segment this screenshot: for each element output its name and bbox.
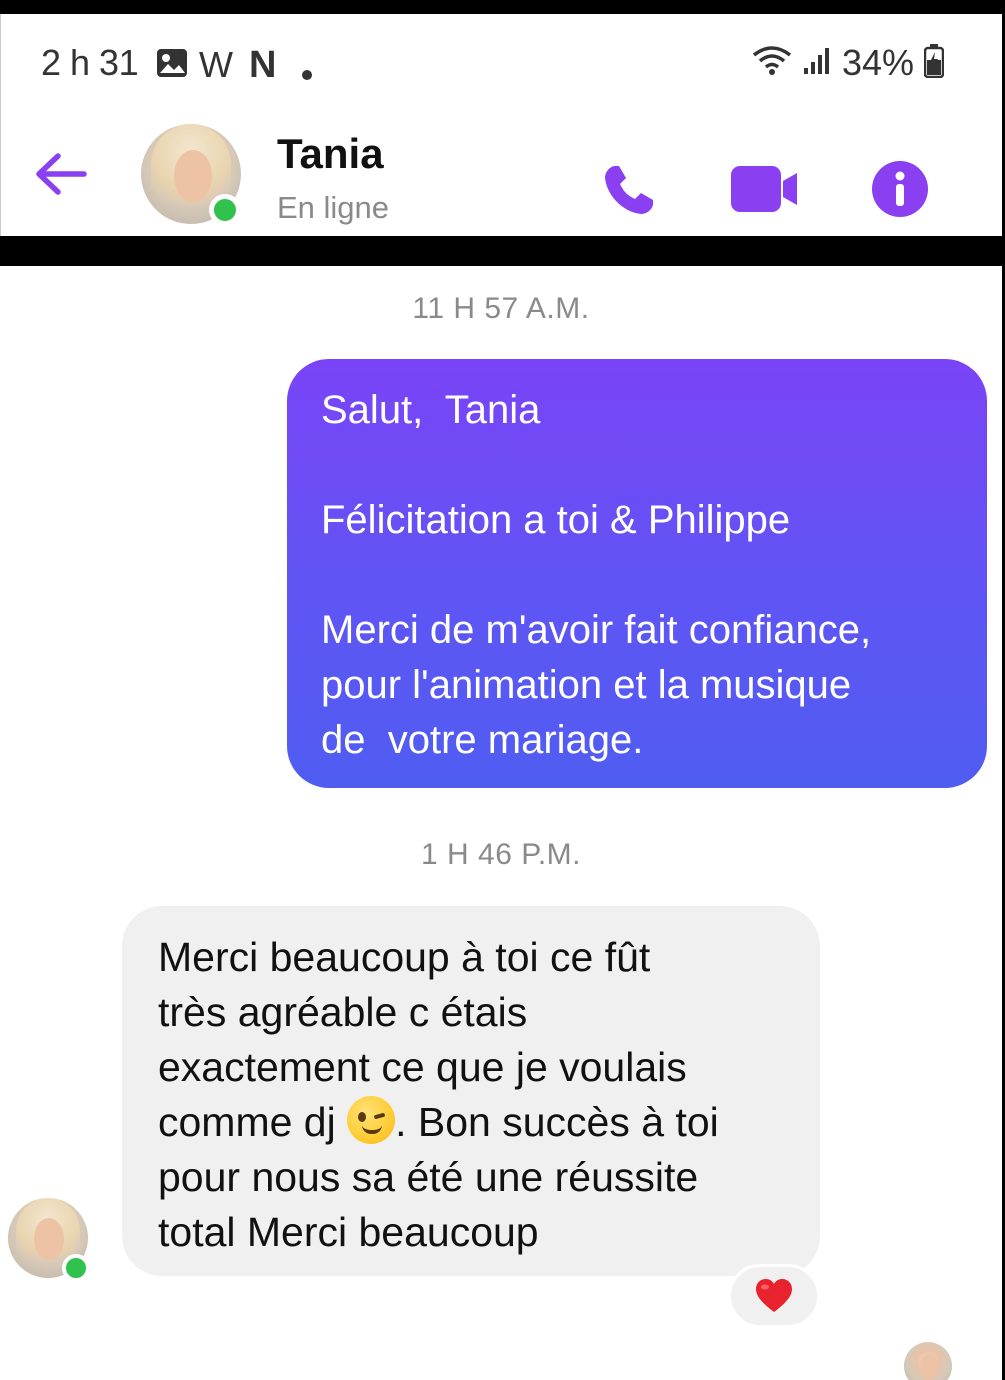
call-button[interactable] <box>601 162 657 218</box>
contact-name[interactable]: Tania <box>277 130 384 178</box>
online-status-indicator <box>62 1254 90 1282</box>
message-timestamp: 11 H 57 A.M. <box>412 292 590 325</box>
heart-icon <box>756 1279 792 1312</box>
incoming-message-bubble[interactable]: Merci beaucoup à toi ce fût très agréabl… <box>122 906 820 1276</box>
message-text: comme dj <box>158 1099 348 1145</box>
image-icon <box>156 48 188 78</box>
message-line: Merci de m'avoir fait confiance, <box>321 608 872 652</box>
chat-header <box>1 114 1002 236</box>
status-bar: 2 h 31 W N 34% <box>1 14 1002 114</box>
battery-charging-icon <box>923 43 945 83</box>
netflix-icon: N <box>249 44 277 86</box>
message-line: Félicitation a toi & Philippe <box>321 498 791 542</box>
info-button[interactable] <box>871 160 929 218</box>
wifi-icon <box>752 45 792 82</box>
info-icon <box>872 161 928 217</box>
message-line: Salut, Tania <box>321 388 541 432</box>
back-button[interactable] <box>31 148 91 200</box>
seen-receipt-avatar <box>904 1342 952 1380</box>
message-timestamp: 1 H 46 P.M. <box>420 838 582 871</box>
status-right: 34% <box>752 42 945 84</box>
top-panel: 2 h 31 W N 34% <box>0 14 1002 236</box>
message-line: pour l'animation et la musique <box>321 663 852 707</box>
message-text: . Bon succès à toi <box>395 1099 719 1145</box>
back-arrow-icon <box>36 153 87 195</box>
signal-icon <box>802 46 832 81</box>
message-line: de votre mariage. <box>321 718 644 762</box>
message-line: très agréable c étais <box>158 989 528 1035</box>
message-line: exactement ce que je voulais <box>158 1044 687 1090</box>
contact-status: En ligne <box>277 190 390 225</box>
status-time: 2 h 31 <box>41 42 139 83</box>
dot-icon <box>301 69 313 81</box>
video-camera-icon <box>731 166 797 212</box>
message-line: comme dj . Bon succès à toi <box>158 1095 796 1150</box>
online-status-indicator <box>209 194 241 226</box>
phone-icon <box>605 166 653 214</box>
message-line: total Merci beaucoup <box>158 1209 539 1255</box>
video-call-button[interactable] <box>731 166 799 212</box>
message-reaction[interactable] <box>728 1264 820 1328</box>
outgoing-message-bubble[interactable]: Salut, Tania Félicitation a toi & Philip… <box>287 359 987 788</box>
w-icon: W <box>199 44 233 85</box>
message-line: Merci beaucoup à toi ce fût <box>158 934 651 980</box>
message-line: pour nous sa été une réussite <box>158 1154 699 1200</box>
winking-face-emoji-icon <box>347 1096 396 1144</box>
battery-percent: 34% <box>841 42 914 83</box>
message-thread[interactable]: 11 H 57 A.M. Salut, Tania Félicitation a… <box>0 266 1002 1380</box>
